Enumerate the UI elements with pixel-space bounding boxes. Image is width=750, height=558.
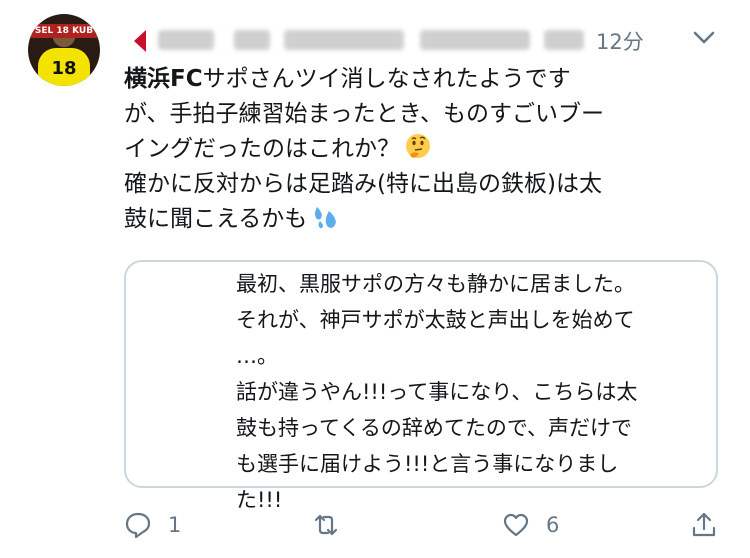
quote-line: 話が違うやん!!!って事になり、こちらは太 <box>236 380 638 404</box>
tweet-line-1-rest: サポさんツイ消しなされたようです <box>202 66 571 92</box>
quoted-tweet-card[interactable]: 最初、黒服サポの方々も静かに居ました。 それが、神戸サポが太鼓と声出しを始めて … <box>124 260 718 512</box>
quote-line: も選手に届けよう!!!と言う事になりまし <box>236 452 619 476</box>
thinking-face-emoji-icon <box>406 134 430 158</box>
tweet-line-5: 鼓に聞こえるかも <box>124 202 724 237</box>
share-button[interactable] <box>690 505 718 545</box>
tweet-line-2: が、手拍子練習始まったとき、ものすごいブー <box>124 101 605 127</box>
avatar-number: 18 <box>51 58 77 79</box>
retweet-icon <box>314 514 338 536</box>
quote-line: …。 <box>236 344 278 368</box>
tweet-actions: 1 6 <box>124 505 724 545</box>
quote-line: 最初、黒服サポの方々も静かに居ました。 <box>236 272 635 296</box>
retweet-button[interactable] <box>312 505 356 545</box>
tweet-line-1: 横浜FCサポさんツイ消しなされたようです <box>124 62 724 97</box>
share-icon <box>692 512 716 537</box>
tweet-time[interactable]: 12分 <box>596 26 644 56</box>
reply-count: 1 <box>168 513 182 537</box>
tweet-line-3-text: イングだったのはこれか？ <box>124 136 400 162</box>
tweet-header-redacted[interactable] <box>124 24 644 58</box>
like-button[interactable]: 6 <box>502 505 559 545</box>
red-marker-icon <box>134 30 146 52</box>
tweet-line-3: イングだったのはこれか？ <box>124 132 724 167</box>
reply-icon <box>125 512 151 539</box>
tweet-line-5-text: 鼓に聞こえるかも <box>124 206 308 232</box>
tweet-line-4: 確かに反対からは足踏み(特に出島の鉄板)は太 <box>124 171 602 197</box>
tweet-text: 横浜FCサポさんツイ消しなされたようです が、手拍子練習始まったとき、ものすごい… <box>124 62 724 237</box>
heart-icon <box>503 513 529 537</box>
chevron-down-icon[interactable] <box>692 28 716 48</box>
sweat-droplets-emoji-icon <box>315 207 337 229</box>
tweet-bold-prefix[interactable]: 横浜FC <box>124 66 203 92</box>
quote-line: 鼓も持ってくるの辞めてたので、声だけで <box>236 416 633 440</box>
avatar-band-text: SEL 18 KUB <box>28 24 100 38</box>
reply-button[interactable]: 1 <box>124 505 181 545</box>
avatar[interactable]: SEL 18 KUB 18 <box>28 14 100 86</box>
like-count: 6 <box>546 513 560 537</box>
quoted-tweet-text: 最初、黒服サポの方々も静かに居ました。 それが、神戸サポが太鼓と声出しを始めて … <box>236 266 716 518</box>
quote-line: それが、神戸サポが太鼓と声出しを始めて <box>236 308 635 332</box>
